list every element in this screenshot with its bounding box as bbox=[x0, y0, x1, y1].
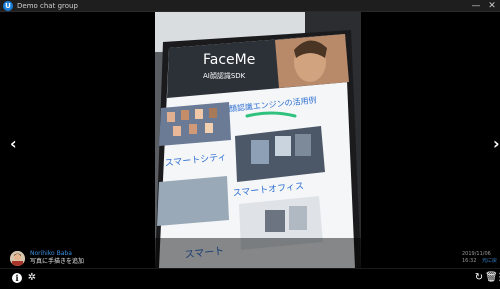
next-image-button[interactable]: › bbox=[493, 134, 500, 154]
app-icon: U bbox=[3, 1, 13, 11]
photo-brand-text: FaceMe bbox=[203, 52, 255, 68]
viewer-toolbar: i ✲ ↻ 🗑 ⋮ bbox=[0, 268, 500, 289]
avatar-image bbox=[10, 251, 25, 266]
title-bar[interactable]: U Demo chat group — ✕ bbox=[0, 0, 500, 12]
minimize-button[interactable]: — bbox=[470, 0, 482, 12]
photo[interactable]: FaceMe AI顔認識SDK FaceMe® 顔認識エンジンの活用例 スマート… bbox=[155, 12, 361, 268]
previous-image-button[interactable]: ‹ bbox=[10, 134, 17, 154]
message-info: Norihiko Baba 写真に手描きを追加 2019/11/06 16:32… bbox=[0, 248, 500, 268]
photo-subtitle-text: AI顔認識SDK bbox=[203, 71, 246, 80]
avatar[interactable] bbox=[10, 251, 25, 266]
close-button[interactable]: ✕ bbox=[486, 0, 498, 12]
more-icon[interactable]: ⋮ bbox=[495, 272, 500, 284]
revert-link[interactable]: 元に戻 bbox=[482, 258, 497, 265]
settings-icon[interactable]: ✲ bbox=[26, 272, 38, 284]
image-viewer: FaceMe AI顔認識SDK FaceMe® 顔認識エンジンの活用例 スマート… bbox=[0, 12, 500, 268]
rotate-icon[interactable]: ↻ bbox=[473, 272, 485, 284]
window-title: Demo chat group bbox=[17, 2, 78, 10]
image-viewer-window: U Demo chat group — ✕ FaceMe AI顔認識SDK Fa… bbox=[0, 0, 500, 289]
sender-name[interactable]: Norihiko Baba bbox=[30, 250, 72, 258]
message-caption: 写真に手描きを追加 bbox=[30, 258, 85, 265]
photo-image: FaceMe AI顔認識SDK FaceMe® 顔認識エンジンの活用例 スマート… bbox=[155, 12, 361, 268]
info-icon[interactable]: i bbox=[12, 273, 22, 283]
